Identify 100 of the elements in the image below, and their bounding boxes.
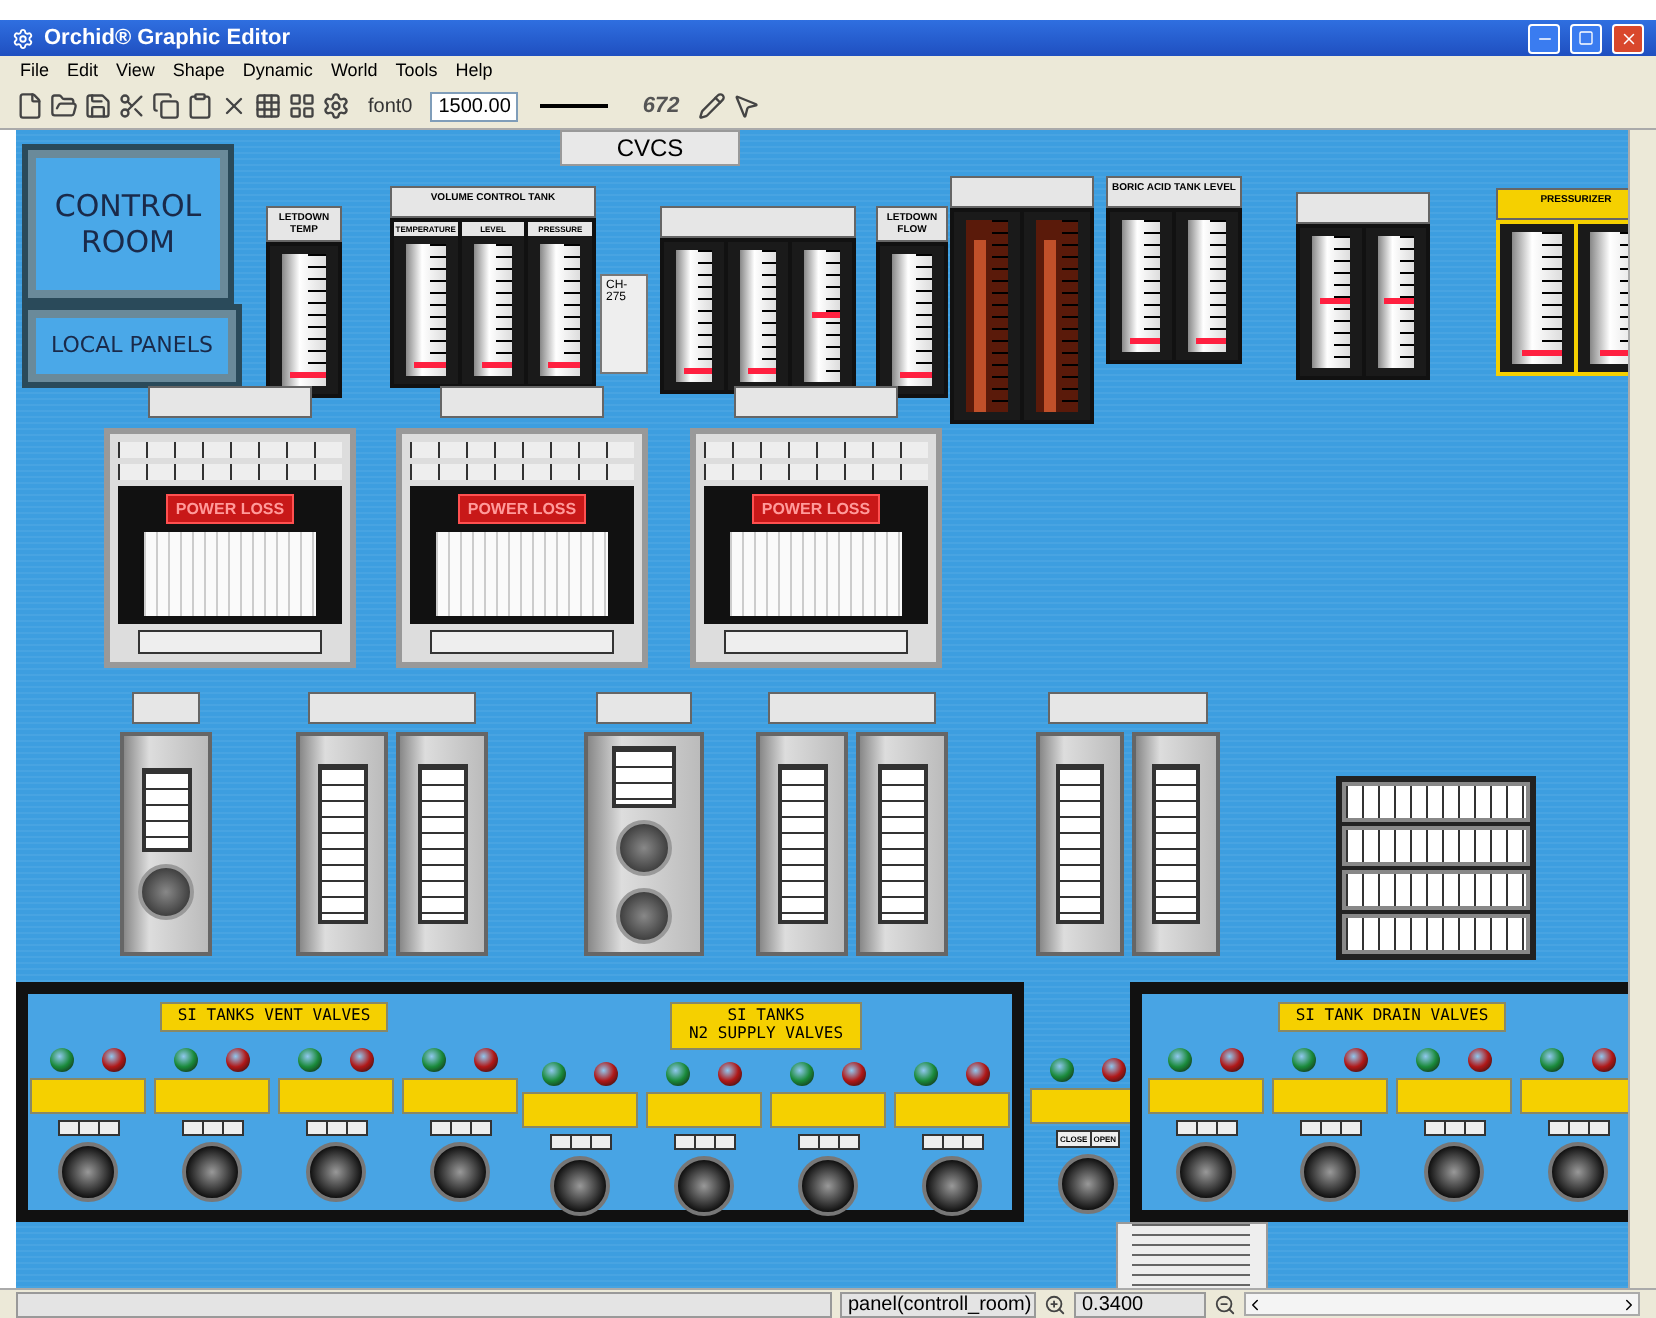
selector-knob[interactable] — [922, 1155, 982, 1216]
menu-item[interactable]: View — [116, 60, 155, 80]
control-knob[interactable] — [616, 819, 672, 875]
zoom-out-icon[interactable] — [1214, 1293, 1236, 1315]
panel-name-field: panel(controll_room) — [840, 1291, 1036, 1317]
selector-knob[interactable] — [430, 1142, 490, 1202]
menu-item[interactable]: Shape — [172, 60, 225, 80]
navigation-button[interactable]: LOCAL PANELS — [28, 310, 236, 382]
indicator-lamp — [1540, 1048, 1564, 1072]
label-plate — [402, 1078, 518, 1114]
line-width-value[interactable]: 672 — [642, 94, 680, 118]
label-plate — [154, 1078, 270, 1114]
navigation-button[interactable]: CONTROL ROOM — [28, 150, 228, 298]
menu-item[interactable]: File — [20, 60, 50, 80]
indicator-lamp — [1416, 1048, 1440, 1072]
canvas-tab[interactable]: CVCS — [560, 130, 740, 166]
pointer-icon[interactable] — [731, 92, 760, 120]
indicator-lamp — [966, 1061, 990, 1086]
scroll-left-icon[interactable] — [1246, 1295, 1264, 1313]
delete-icon[interactable] — [220, 92, 248, 120]
selector-knob[interactable] — [550, 1155, 610, 1216]
selector-knob[interactable] — [58, 1142, 118, 1202]
label-plate — [646, 1091, 762, 1128]
copy-icon[interactable] — [152, 92, 180, 120]
font-selector[interactable]: font0 — [356, 95, 425, 117]
maximize-button[interactable] — [1570, 23, 1602, 53]
indicator-lamp — [542, 1061, 566, 1086]
pencil-icon[interactable] — [697, 92, 726, 120]
selector-knob[interactable] — [798, 1155, 858, 1216]
section-title: SI TANK DRAIN VALVES — [1277, 1002, 1507, 1032]
indicator-lamp — [1592, 1048, 1616, 1072]
selector-knob[interactable] — [306, 1142, 366, 1202]
label-plate — [1148, 1078, 1264, 1114]
menu-item[interactable]: World — [330, 60, 378, 80]
gauge-scale — [612, 745, 676, 807]
close-button[interactable] — [1612, 23, 1644, 53]
selector-knob[interactable] — [1300, 1142, 1360, 1202]
selector-knob[interactable] — [1424, 1142, 1484, 1202]
section-title: SI TANKS VENT VALVES — [159, 1002, 389, 1032]
selector-knob[interactable] — [1058, 1154, 1118, 1214]
menu-item[interactable]: Dynamic — [242, 60, 313, 80]
indicator-lamp — [298, 1048, 322, 1072]
indicator-lamp — [1102, 1058, 1126, 1082]
section-title: SI TANKS N2 SUPPLY VALVES — [670, 1002, 862, 1050]
label-plate — [132, 692, 200, 724]
indicator-lamp — [422, 1048, 446, 1072]
minimize-button[interactable] — [1528, 23, 1560, 53]
selector-knob[interactable] — [182, 1142, 242, 1202]
zoom-field[interactable]: 0.3400 — [1074, 1291, 1206, 1317]
alarm-indicator: POWER LOSS — [165, 494, 295, 524]
indicator-lamp — [790, 1061, 814, 1086]
maximize-icon — [1578, 30, 1594, 46]
indicator-lamp — [718, 1061, 742, 1086]
indicator-lamp — [1468, 1048, 1492, 1072]
indicator-lamp — [226, 1048, 250, 1072]
indicator-lamp — [350, 1048, 374, 1072]
label-plate — [278, 1078, 394, 1114]
save-icon[interactable] — [84, 92, 112, 120]
indicator-lamp — [174, 1048, 198, 1072]
alarm-indicator: POWER LOSS — [457, 494, 587, 524]
app-icon — [12, 27, 34, 49]
indicator-lamp — [50, 1048, 74, 1072]
cut-icon[interactable] — [118, 92, 146, 120]
grid-icon[interactable] — [254, 92, 282, 120]
menu-item[interactable]: Edit — [67, 60, 99, 80]
indicator-lamp — [666, 1061, 690, 1086]
layout-icon[interactable] — [288, 92, 316, 120]
indicator-lamp — [102, 1048, 126, 1072]
new-file-icon[interactable] — [16, 92, 44, 120]
zoom-in-icon[interactable] — [1044, 1293, 1066, 1315]
gauge-scale — [141, 768, 191, 852]
selector-knob[interactable] — [1548, 1142, 1608, 1202]
vertical-scrollbar[interactable] — [1628, 130, 1656, 1288]
horizontal-scrollbar[interactable] — [1244, 1292, 1640, 1316]
label-plate — [30, 1078, 146, 1114]
label-plate — [894, 1091, 1010, 1128]
label-plate — [1272, 1078, 1388, 1114]
window-title: Orchid® Graphic Editor — [44, 26, 293, 50]
label-plate — [770, 1091, 886, 1128]
size-field[interactable]: 1500.00 — [430, 91, 519, 121]
indicator-lamp — [474, 1048, 498, 1072]
menu-item[interactable]: Help — [455, 60, 493, 80]
paste-icon[interactable] — [186, 92, 214, 120]
alarm-indicator: POWER LOSS — [751, 494, 881, 524]
folder-icon[interactable] — [50, 92, 78, 120]
label-plate — [596, 692, 692, 724]
close-icon — [1619, 29, 1637, 47]
scroll-right-icon[interactable] — [1620, 1295, 1638, 1313]
label-plate — [1520, 1078, 1628, 1114]
indicator-lamp — [594, 1061, 618, 1086]
control-knob[interactable] — [138, 863, 194, 920]
indicator-lamp — [1168, 1048, 1192, 1072]
indicator-lamp — [914, 1061, 938, 1086]
indicator-lamp — [842, 1061, 866, 1086]
control-knob[interactable] — [616, 887, 672, 943]
menu-item[interactable]: Tools — [395, 60, 438, 80]
settings-icon[interactable] — [322, 92, 350, 120]
indicator-lamp — [1220, 1048, 1244, 1072]
selector-knob[interactable] — [674, 1155, 734, 1216]
selector-knob[interactable] — [1176, 1142, 1236, 1202]
